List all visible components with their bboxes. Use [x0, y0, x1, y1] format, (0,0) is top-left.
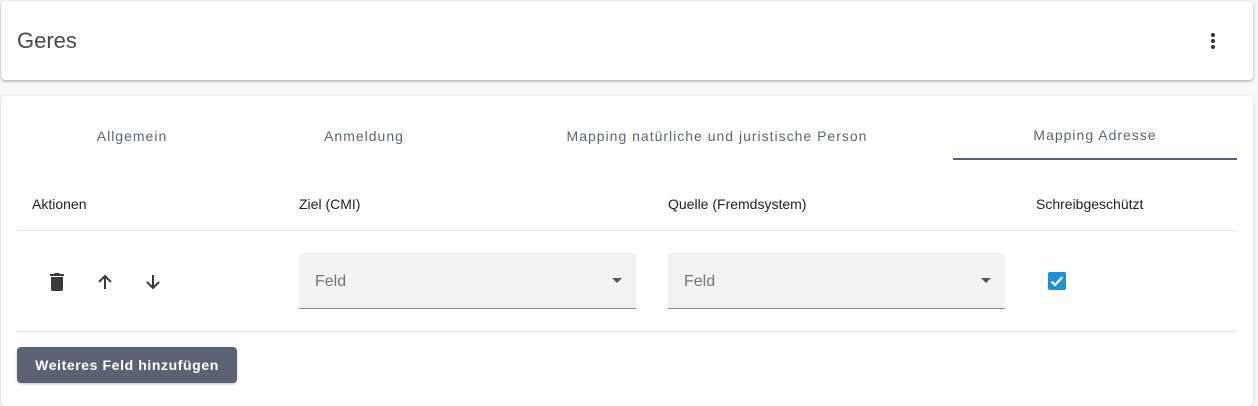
- header-divider: [17, 230, 1237, 231]
- page-title: Geres: [17, 28, 77, 53]
- tab-label: Mapping natürliche und juristische Perso…: [566, 128, 868, 144]
- tab-label: Mapping Adresse: [1033, 127, 1157, 143]
- add-field-button[interactable]: Weiteres Feld hinzufügen: [17, 347, 237, 383]
- column-header-aktionen: Aktionen: [32, 196, 87, 212]
- arrow-down-icon[interactable]: [137, 266, 169, 298]
- tab-label: Anmeldung: [324, 128, 404, 144]
- mapping-card: Allgemein Anmeldung Mapping natürliche u…: [1, 96, 1253, 406]
- tab-label: Allgemein: [96, 128, 168, 144]
- tab-mapping-adresse[interactable]: Mapping Adresse: [953, 112, 1237, 160]
- column-header-ziel: Ziel (CMI): [299, 196, 361, 212]
- arrow-up-icon[interactable]: [89, 266, 121, 298]
- row-divider: [17, 331, 1237, 332]
- top-app-bar: Geres: [1, 1, 1253, 80]
- quelle-select[interactable]: Feld: [668, 253, 1005, 309]
- schreibgeschuetzt-checkbox[interactable]: [1048, 272, 1066, 290]
- quelle-select-placeholder: Feld: [684, 273, 716, 290]
- dropdown-arrow-icon: [612, 278, 622, 283]
- tab-mapping-person[interactable]: Mapping natürliche und juristische Perso…: [547, 112, 887, 160]
- dropdown-arrow-icon: [981, 278, 991, 283]
- delete-icon[interactable]: [41, 266, 73, 298]
- more-vert-icon[interactable]: [1197, 25, 1229, 57]
- tab-anmeldung[interactable]: Anmeldung: [222, 112, 506, 160]
- ziel-select[interactable]: Feld: [299, 253, 636, 309]
- column-header-schreibgeschuetzt: Schreibgeschützt: [1036, 196, 1144, 212]
- ziel-select-placeholder: Feld: [315, 273, 347, 290]
- column-header-quelle: Quelle (Fremdsystem): [668, 196, 807, 212]
